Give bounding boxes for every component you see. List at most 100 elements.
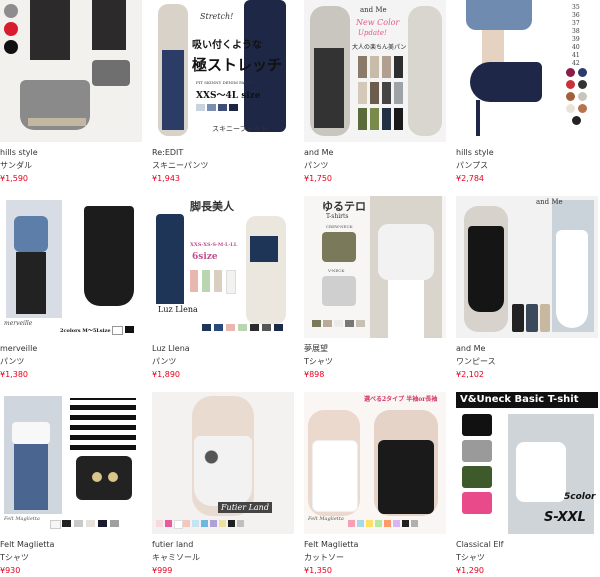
sandal-shape [92,60,130,86]
overlay-update: Update! [358,29,387,37]
dress-swatch [540,304,550,332]
dress-swatch [512,304,524,332]
color-swatch [98,520,107,527]
overlay-sub: FIT SKINNY DENIM PANTS [196,80,254,85]
tshirt-shape [462,466,492,488]
shirt-shape [76,456,132,500]
product-category: パンプス [456,161,489,170]
product-card[interactable]: Felt Maglietta Felt Maglietta Tシャツ ¥930 [0,392,142,577]
color-swatch [50,520,61,529]
overlay-caption: スキニーフィット [212,125,268,133]
pants-swatch [358,108,367,130]
product-brand[interactable]: Felt Maglietta [304,538,446,551]
product-image[interactable]: and Me [456,196,598,338]
color-swatch [345,320,354,327]
product-brand[interactable]: and Me [304,146,446,159]
product-image[interactable]: 脚長美人 Luz Llena XXS·XS·S·M·L·LL 6size [152,196,294,338]
model-jeans [14,444,48,510]
product-card[interactable]: and Me New Color Update! 大人の楽ちん美パン and M… [304,0,446,185]
overlay-title: 脚長美人 [190,200,234,213]
product-brand[interactable]: Felt Maglietta [0,538,142,551]
product-pants [84,206,134,306]
color-swatch [62,520,71,527]
product-brand[interactable]: hills style [0,146,142,159]
color-swatch [393,520,400,527]
color-swatch [402,520,409,527]
overlay-sub: T-shirts [326,213,349,220]
product-image[interactable]: Futier Land [152,392,294,534]
model-jacket [14,216,48,252]
product-brand[interactable]: and Me [456,342,598,355]
product-image[interactable]: Felt Maglietta [0,392,142,534]
product-brand[interactable]: Luz Llena [152,342,294,355]
product-image[interactable] [0,0,142,142]
product-brand[interactable]: Classical Elf [456,538,598,551]
model-dress [468,226,504,312]
leg-figure [30,0,70,60]
product-image[interactable]: ゆるテロ T-shirts CREW-NECK V-NECK [304,196,446,338]
product-card[interactable]: hills style サンダル ¥1,590 [0,0,142,185]
overlay-title: ゆるテロ [322,200,366,213]
pump-shoe [470,62,542,102]
pump-heel [476,100,480,136]
product-card[interactable]: Futier Land futier land キャミソール ¥999 [152,392,294,577]
color-swatch [572,116,581,125]
product-card[interactable]: Stretch! 吸い付くような 極ストレッチ FIT SKINNY DENIM… [152,0,294,185]
product-grid: hills style サンダル ¥1,590 Stretch! 吸い付くような… [0,0,600,575]
product-image[interactable]: 選べる2タイプ 半袖or長袖 Felt Maglietta [304,392,446,534]
product-price: ¥1,890 [152,370,180,379]
overlay-logo: Futier Land [218,502,272,513]
color-swatch [578,104,587,113]
product-category: パンツ [152,357,177,366]
model-tshirt [378,224,434,280]
product-card[interactable]: merveille 2colors M〜5Lsize merveille パンツ… [0,196,142,381]
overlay-size-count: 6size [192,252,218,262]
color-swatch [578,92,587,101]
product-category: キャミソール [152,553,200,562]
product-price: ¥1,350 [304,566,332,575]
product-card[interactable]: ゆるテロ T-shirts CREW-NECK V-NECK 夢展望 Tシャツ … [304,196,446,381]
striped-shirt [70,398,136,450]
color-swatch [237,520,244,527]
product-price: ¥930 [0,566,21,575]
product-card[interactable]: 35 36 37 38 39 40 41 42 hills style パンプス… [456,0,598,185]
product-image[interactable]: Stretch! 吸い付くような 極ストレッチ FIT SKINNY DENIM… [152,0,294,142]
color-swatch [312,320,321,327]
product-brand[interactable]: merveille [0,342,142,355]
product-image[interactable]: and Me New Color Update! 大人の楽ちん美パン [304,0,446,142]
model-camisole [194,436,252,506]
product-image[interactable]: merveille 2colors M〜5Lsize [0,196,142,338]
color-swatch [238,324,247,331]
color-swatch [74,520,83,527]
product-price: ¥898 [304,370,325,379]
color-swatch [566,80,575,89]
product-image[interactable]: V&Uneck Basic T-shit 5color S-XXL [456,392,598,534]
product-card[interactable]: and Me and Me ワンピース ¥2,102 [456,196,598,381]
product-card[interactable]: V&Uneck Basic T-shit 5color S-XXL Classi… [456,392,598,577]
product-price: ¥2,102 [456,370,484,379]
product-price: ¥1,380 [0,370,28,379]
dress-swatch [526,304,538,332]
product-brand[interactable]: Re:EDIT [152,146,294,159]
color-swatch [214,324,223,331]
product-price: ¥1,290 [456,566,484,575]
product-price: ¥1,590 [0,174,28,183]
pants-swatch [394,82,403,104]
color-swatch [348,520,355,527]
tshirt-shape [462,440,492,462]
overlay-sizes: S-XXL [544,510,586,525]
product-card[interactable]: 脚長美人 Luz Llena XXS·XS·S·M·L·LL 6size Luz… [152,196,294,381]
product-brand[interactable]: hills style [456,146,598,159]
model-figure [246,216,286,324]
product-image[interactable]: 35 36 37 38 39 40 41 42 [456,0,598,142]
model-jeans [466,0,532,30]
overlay-sizes: 35 36 37 38 39 40 41 42 [572,4,580,67]
color-swatch [86,520,95,527]
color-swatch [357,520,364,527]
product-brand[interactable]: 夢展望 [304,342,446,355]
button-decoration [92,472,102,482]
overlay-new-color: New Color [356,18,400,27]
color-swatch [112,326,123,335]
product-brand[interactable]: futier land [152,538,294,551]
product-card[interactable]: 選べる2タイプ 半袖or長袖 Felt Maglietta Felt Magli… [304,392,446,577]
